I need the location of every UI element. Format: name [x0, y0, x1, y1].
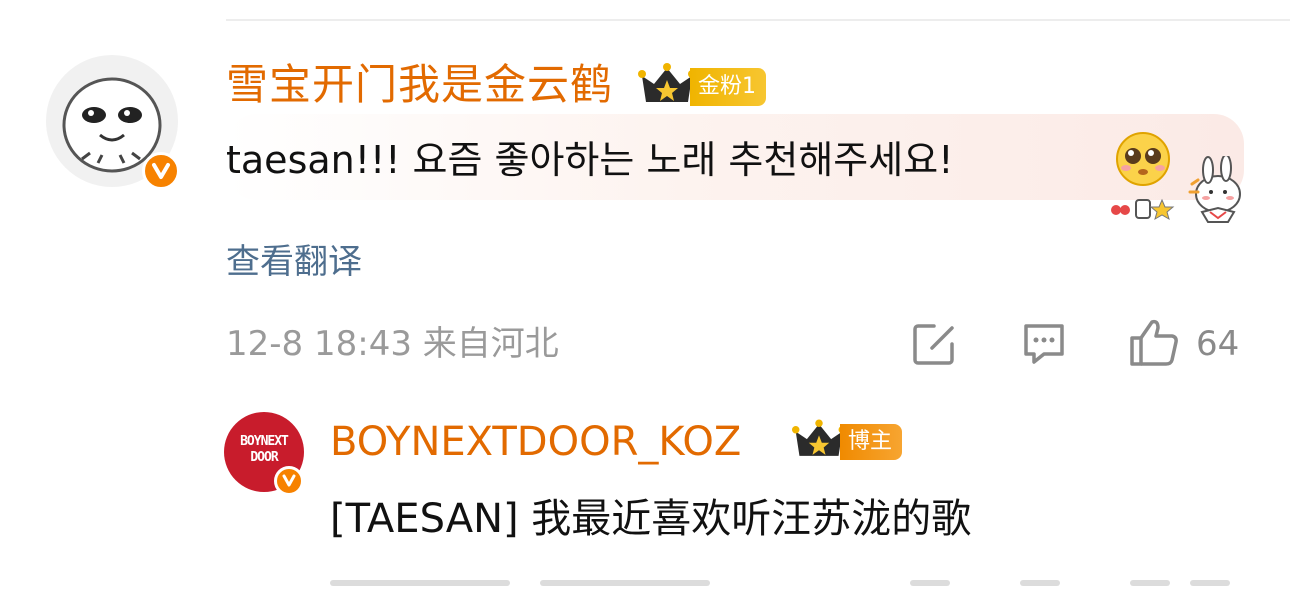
translate-link[interactable]: 查看翻译: [226, 240, 362, 284]
comment-text: taesan!!! 요즘 좋아하는 노래 추천해주세요!: [226, 138, 954, 182]
blogger-badge[interactable]: 博主: [840, 424, 903, 460]
reply-text: [TAESAN] 我最近喜欢听汪苏泷的歌: [330, 496, 972, 542]
crown-icon: [792, 418, 846, 462]
verified-badge-icon: [274, 466, 304, 496]
share-edit-icon[interactable]: [910, 320, 958, 368]
verified-badge-icon: [142, 152, 180, 190]
boynextdoor-logo: BOYNEXT DOOR: [240, 434, 289, 465]
bunny-sticker-icon: [1098, 154, 1258, 226]
commenter-username[interactable]: 雪宝开门我是金云鹤: [226, 60, 613, 110]
fan-level-badge[interactable]: 金粉1: [690, 68, 766, 106]
reply-actions-cutoff: [330, 576, 1270, 589]
reply-username[interactable]: BOYNEXTDOOR_KOZ: [330, 418, 741, 466]
crown-icon: [638, 62, 696, 108]
top-divider: [226, 19, 1290, 21]
thumbs-up-icon[interactable]: [1128, 316, 1180, 368]
like-count: 64: [1196, 324, 1240, 364]
comment-icon[interactable]: [1020, 320, 1068, 368]
comment-meta: 12-8 18:43 来自河北: [226, 324, 559, 364]
